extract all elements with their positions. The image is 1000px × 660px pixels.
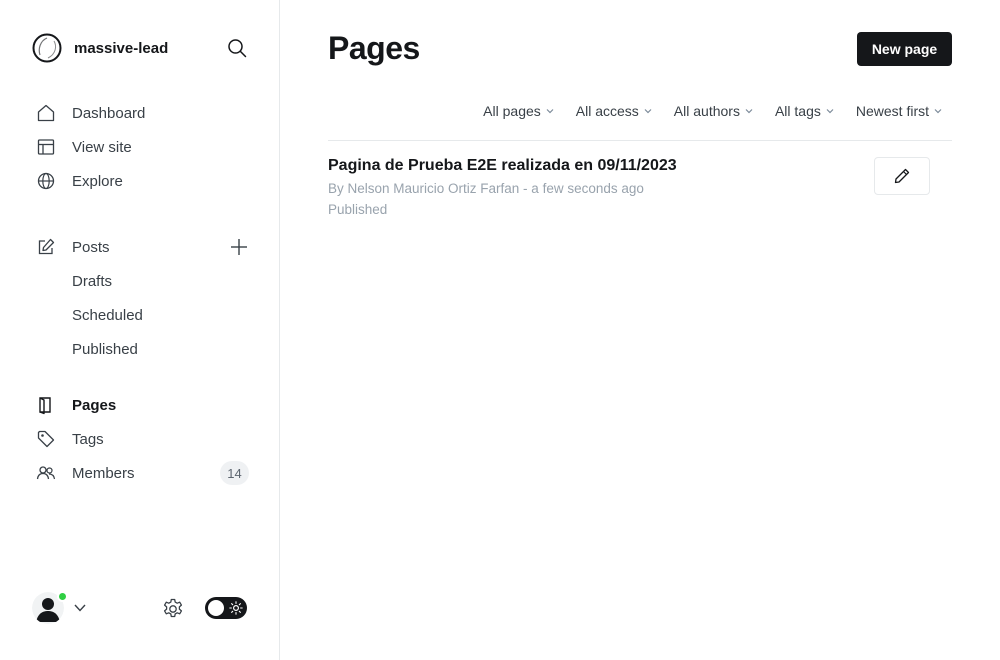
filter-access[interactable]: All access xyxy=(576,103,652,119)
main-content: Pages New page All pages All access All … xyxy=(280,0,1000,660)
page-title: Pages xyxy=(328,30,420,66)
nav-view-site[interactable]: View site xyxy=(36,135,250,159)
nav-scheduled[interactable]: Scheduled xyxy=(72,303,143,327)
page-item-title[interactable]: Pagina de Prueba E2E realizada en 09/11/… xyxy=(328,157,677,175)
search-button[interactable] xyxy=(226,37,248,59)
add-post-button[interactable] xyxy=(228,236,250,258)
members-icon xyxy=(36,463,56,483)
nav-tags-label: Tags xyxy=(72,430,104,448)
online-status-dot xyxy=(57,591,68,602)
members-count-badge: 14 xyxy=(220,461,249,485)
theme-toggle[interactable] xyxy=(205,597,247,619)
chevron-down-icon xyxy=(644,109,652,114)
tag-icon xyxy=(36,429,56,449)
layout-icon xyxy=(36,137,56,157)
user-menu-chevron[interactable] xyxy=(72,601,88,615)
list-item[interactable]: Pagina de Prueba E2E realizada en 09/11/… xyxy=(328,152,952,232)
nav-pages[interactable]: Pages xyxy=(36,393,250,417)
nav-explore-label: Explore xyxy=(72,172,123,190)
chevron-down-icon xyxy=(934,109,942,114)
page-item-meta: By Nelson Mauricio Ortiz Farfan - a few … xyxy=(328,181,644,196)
nav-dashboard[interactable]: Dashboard xyxy=(36,101,250,125)
sun-icon xyxy=(229,601,243,615)
filter-bar: All pages All access All authors All tag… xyxy=(483,100,942,122)
nav-tags[interactable]: Tags xyxy=(36,427,250,451)
edit-page-button[interactable] xyxy=(874,157,930,195)
filter-tags[interactable]: All tags xyxy=(775,103,834,119)
chevron-down-icon xyxy=(546,109,554,114)
chevron-down-icon xyxy=(826,109,834,114)
toggle-knob xyxy=(208,600,224,616)
filter-authors[interactable]: All authors xyxy=(674,103,753,119)
site-name: massive-lead xyxy=(74,39,169,57)
search-icon xyxy=(228,39,247,58)
nav-drafts[interactable]: Drafts xyxy=(72,269,112,293)
settings-button[interactable] xyxy=(161,597,185,621)
pencil-icon xyxy=(894,168,910,184)
nav-posts[interactable]: Posts xyxy=(36,235,250,259)
filter-access-label: All access xyxy=(575,103,639,119)
globe-icon xyxy=(36,171,56,191)
filter-type[interactable]: All pages xyxy=(483,103,554,119)
home-icon xyxy=(36,103,56,123)
brand[interactable]: massive-lead xyxy=(32,32,252,64)
gear-icon xyxy=(163,598,183,618)
list-divider xyxy=(328,140,952,141)
sidebar: massive-lead Dashboard View site Explore… xyxy=(0,0,280,660)
page-icon xyxy=(36,395,56,415)
plus-icon xyxy=(231,239,247,255)
nav-pages-label: Pages xyxy=(72,396,117,414)
page-item-status: Published xyxy=(328,202,388,217)
nav-members-label: Members xyxy=(72,464,135,482)
site-logo-icon xyxy=(32,33,62,63)
filter-type-label: All pages xyxy=(483,103,541,119)
filter-tags-label: All tags xyxy=(774,103,821,119)
nav-members[interactable]: Members xyxy=(36,461,250,485)
filter-sort[interactable]: Newest first xyxy=(856,103,942,119)
new-page-button[interactable]: New page xyxy=(857,32,952,66)
app: massive-lead Dashboard View site Explore… xyxy=(0,0,1000,660)
nav-posts-label: Posts xyxy=(72,238,110,256)
nav-dashboard-label: Dashboard xyxy=(72,104,146,122)
nav-published[interactable]: Published xyxy=(72,337,138,361)
nav-view-site-label: View site xyxy=(72,138,132,156)
filter-sort-label: Newest first xyxy=(855,103,929,119)
chevron-down-icon xyxy=(74,604,86,612)
edit-icon xyxy=(36,237,56,257)
chevron-down-icon xyxy=(745,109,753,114)
nav-explore[interactable]: Explore xyxy=(36,169,250,193)
filter-authors-label: All authors xyxy=(673,103,740,119)
